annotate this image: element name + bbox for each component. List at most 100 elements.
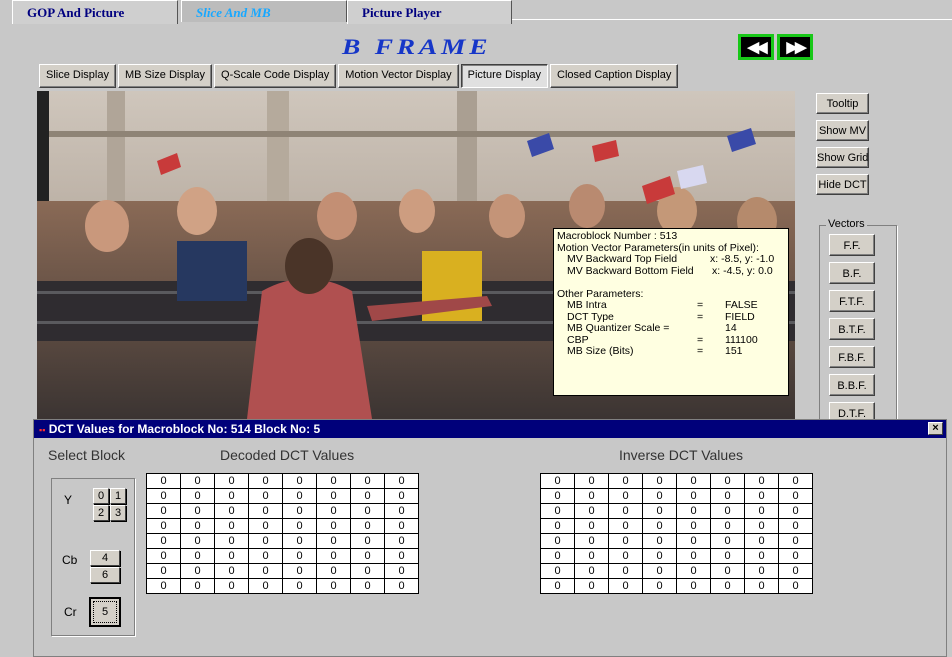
dct-cell: 0: [384, 563, 419, 579]
dct-cell: 0: [710, 533, 745, 549]
tab-slice-and-mb[interactable]: Slice And MB: [181, 0, 347, 22]
dct-cell: 0: [540, 533, 575, 549]
tooltip-mv-top-label: MV Backward Top Field: [567, 253, 678, 265]
dct-cell: 0: [608, 578, 643, 594]
dct-cell: 0: [248, 533, 283, 549]
macroblock-tooltip: Macroblock Number : 513 Motion Vector Pa…: [553, 228, 789, 396]
block-2-button[interactable]: 2: [93, 505, 109, 521]
dct-cell: 0: [744, 578, 779, 594]
block-6-button[interactable]: 6: [90, 567, 120, 583]
display-mode-bar: Slice Display MB Size Display Q-Scale Co…: [39, 64, 679, 88]
dct-cell: 0: [180, 503, 215, 519]
dct-cell: 0: [676, 488, 711, 504]
dct-cell: 0: [608, 473, 643, 489]
mb-size-display-button[interactable]: MB Size Display: [117, 64, 213, 88]
close-icon[interactable]: ×: [928, 422, 943, 435]
dct-cell: 0: [180, 473, 215, 489]
block-3-button[interactable]: 3: [110, 505, 126, 521]
dct-cell: 0: [146, 533, 181, 549]
dct-cell: 0: [146, 518, 181, 534]
param-value: 14: [725, 322, 737, 334]
dct-cell: 0: [350, 533, 385, 549]
block-5-button[interactable]: 5: [89, 597, 121, 627]
dct-cell: 0: [180, 548, 215, 564]
dct-cell: 0: [778, 548, 813, 564]
dct-cell: 0: [710, 578, 745, 594]
show-grid-button[interactable]: Show Grid: [816, 147, 869, 168]
tooltip-button[interactable]: Tooltip: [816, 93, 869, 114]
vector-ff-button[interactable]: F.F.: [829, 234, 875, 256]
picture-display-button[interactable]: Picture Display: [460, 64, 549, 88]
dct-cell: 0: [778, 563, 813, 579]
vector-ftf-button[interactable]: F.T.F.: [829, 290, 875, 312]
dct-cell: 0: [608, 488, 643, 504]
qscale-code-display-button[interactable]: Q-Scale Code Display: [214, 64, 337, 88]
block-1-button[interactable]: 1: [110, 488, 126, 504]
dct-cell: 0: [316, 563, 351, 579]
dct-cell: 0: [214, 563, 249, 579]
window-app-icon: ▪▪: [39, 425, 46, 435]
decoded-dct-label: Decoded DCT Values: [220, 447, 355, 463]
dct-cell: 0: [180, 563, 215, 579]
dct-cell: 0: [540, 518, 575, 534]
dct-cell: 0: [574, 488, 609, 504]
select-block-label: Select Block: [48, 447, 126, 463]
vector-fbf-button[interactable]: F.B.F.: [829, 346, 875, 368]
dct-cell: 0: [214, 473, 249, 489]
motion-vector-display-button[interactable]: Motion Vector Display: [338, 64, 459, 88]
dct-cell: 0: [744, 488, 779, 504]
dct-cell: 0: [384, 578, 419, 594]
dct-row: 00000000: [146, 503, 419, 519]
vector-bbf-button[interactable]: B.B.F.: [829, 374, 875, 396]
dct-values-window: ▪▪ DCT Values for Macroblock No: 514 Blo…: [33, 419, 947, 657]
param-equals: =: [697, 299, 704, 311]
dct-row: 00000000: [540, 473, 813, 489]
dct-cell: 0: [214, 518, 249, 534]
dct-cell: 0: [214, 548, 249, 564]
closed-caption-display-button[interactable]: Closed Caption Display: [550, 64, 679, 88]
dct-cell: 0: [316, 533, 351, 549]
dct-cell: 0: [214, 503, 249, 519]
dct-cell: 0: [350, 518, 385, 534]
dct-cell: 0: [676, 503, 711, 519]
tooltip-mv-bottom-label: MV Backward Bottom Field: [567, 264, 694, 277]
tab-picture-player[interactable]: Picture Player: [347, 0, 512, 24]
dct-cell: 0: [384, 473, 419, 489]
inverse-dct-label: Inverse DCT Values: [619, 447, 743, 463]
dct-cell: 0: [146, 473, 181, 489]
vector-btf-button[interactable]: B.T.F.: [829, 318, 875, 340]
tooltip-mv-top-value: x: -8.5, y: -1.0: [710, 253, 775, 265]
dct-cell: 0: [248, 578, 283, 594]
dct-cell: 0: [642, 563, 677, 579]
param-value: FALSE: [725, 299, 758, 311]
dct-cell: 0: [350, 548, 385, 564]
hide-dct-button[interactable]: Hide DCT: [816, 174, 869, 195]
slice-display-button[interactable]: Slice Display: [39, 64, 116, 88]
cb-label: Cb: [62, 553, 78, 567]
inverse-dct-body: 0000000000000000000000000000000000000000…: [540, 473, 813, 594]
dct-cell: 0: [316, 503, 351, 519]
vector-bf-button[interactable]: B.F.: [829, 262, 875, 284]
dct-cell: 0: [574, 578, 609, 594]
dct-cell: 0: [316, 548, 351, 564]
block-4-button[interactable]: 4: [90, 550, 120, 566]
dct-cell: 0: [316, 518, 351, 534]
dct-cell: 0: [540, 473, 575, 489]
dct-cell: 0: [642, 488, 677, 504]
y-label: Y: [64, 493, 73, 507]
dct-cell: 0: [642, 503, 677, 519]
fast-forward-icon[interactable]: ▶▶: [777, 34, 813, 60]
rewind-icon[interactable]: ◀◀: [738, 34, 774, 60]
dct-cell: 0: [608, 518, 643, 534]
tab-gop-and-picture[interactable]: GOP And Picture: [12, 0, 178, 24]
dct-cell: 0: [540, 563, 575, 579]
dct-cell: 0: [350, 503, 385, 519]
show-mv-button[interactable]: Show MV: [816, 120, 869, 141]
dct-row: 00000000: [146, 563, 419, 579]
dct-row: 00000000: [146, 473, 419, 489]
tooltip-macroblock-number: Macroblock Number : 513: [557, 230, 678, 242]
block-0-button[interactable]: 0: [93, 488, 109, 504]
dct-cell: 0: [146, 578, 181, 594]
dct-cell: 0: [180, 578, 215, 594]
param-value: 151: [725, 345, 743, 357]
